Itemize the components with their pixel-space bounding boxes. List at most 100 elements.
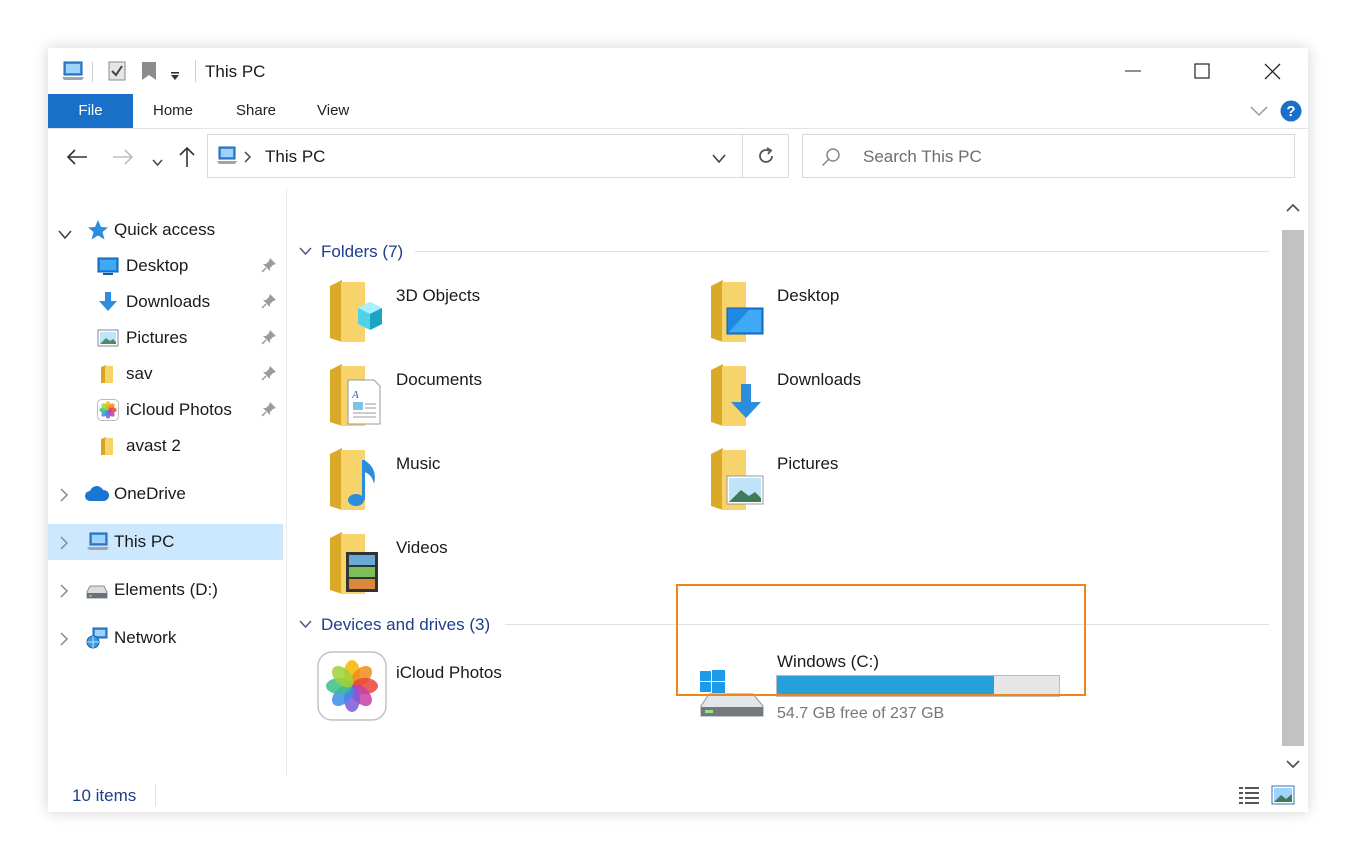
qat-divider-2 <box>195 60 196 82</box>
tab-home[interactable]: Home <box>153 94 193 128</box>
qat-divider <box>92 62 93 82</box>
up-button[interactable] <box>178 146 196 173</box>
folder-icon <box>100 436 114 461</box>
chevron-down-icon <box>299 620 312 629</box>
address-divider <box>742 135 743 177</box>
pin-icon[interactable] <box>261 365 277 386</box>
star-icon <box>87 219 109 246</box>
expand-ribbon-icon[interactable] <box>1250 104 1268 122</box>
search-box[interactable]: Search This PC <box>802 134 1295 178</box>
pin-icon[interactable] <box>261 329 277 350</box>
sidebar-item-desktop[interactable]: Desktop <box>48 248 283 284</box>
this-pc-icon[interactable] <box>60 60 86 87</box>
folder-tile-pictures[interactable]: Pictures <box>709 446 1029 516</box>
this-pc-icon <box>86 532 110 557</box>
breadcrumb-chevron-icon[interactable] <box>244 150 252 168</box>
device-tile-icloud-photos[interactable]: iCloud Photos <box>317 651 637 723</box>
new-folder-icon[interactable] <box>141 61 157 86</box>
tab-share[interactable]: Share <box>236 94 276 128</box>
sidebar-item-label: Quick access <box>114 220 216 239</box>
sidebar-item-icloud-photos[interactable]: iCloud Photos <box>48 392 283 428</box>
sidebar-item-label: sav <box>126 364 153 383</box>
address-dropdown-icon[interactable] <box>712 151 726 169</box>
recent-locations-button[interactable] <box>152 154 163 172</box>
chevron-right-icon[interactable] <box>60 631 69 651</box>
downloads-folder-icon <box>711 364 761 426</box>
tab-file[interactable]: File <box>48 94 133 128</box>
sidebar-item-elements[interactable]: Elements (D:) <box>48 572 283 608</box>
folder-tile-desktop[interactable]: Desktop <box>709 278 1029 348</box>
chevron-right-icon[interactable] <box>60 583 69 603</box>
sidebar-item-quick-access[interactable]: Quick access <box>48 212 283 248</box>
sidebar-item-label: Downloads <box>126 292 211 311</box>
folder-tile-3d-objects[interactable]: 3D Objects <box>328 278 648 348</box>
sidebar-item-this-pc[interactable]: This PC <box>48 524 283 560</box>
sidebar-item-sav[interactable]: sav <box>48 356 283 392</box>
tab-view[interactable]: View <box>317 94 349 128</box>
drive-free-space: 54.7 GB free of 237 GB <box>777 705 945 722</box>
title-bar: This PC <box>48 48 1308 94</box>
onedrive-icon <box>84 486 110 507</box>
scroll-up-arrow-icon[interactable] <box>1286 200 1300 218</box>
forward-button[interactable] <box>112 148 134 171</box>
status-bar: 10 items <box>48 782 1308 812</box>
maximize-icon <box>1194 63 1210 79</box>
pictures-icon <box>97 329 119 352</box>
sidebar-item-pictures[interactable]: Pictures <box>48 320 283 356</box>
maximize-button[interactable] <box>1167 48 1237 94</box>
svg-text:A: A <box>351 389 359 401</box>
folders-header[interactable]: Folders (7) <box>321 242 403 262</box>
details-view-icon[interactable] <box>1238 785 1260 810</box>
help-icon[interactable]: ? <box>1280 100 1302 127</box>
pin-icon[interactable] <box>261 257 277 278</box>
search-input[interactable]: Search This PC <box>863 147 982 167</box>
sidebar-item-label: Elements (D:) <box>114 580 218 599</box>
folder-tile-music[interactable]: Music <box>328 446 648 516</box>
chevron-right-icon[interactable] <box>60 535 69 555</box>
address-bar[interactable]: This PC <box>207 134 789 178</box>
devices-header[interactable]: Devices and drives (3) <box>321 615 490 635</box>
close-button[interactable] <box>1237 48 1307 94</box>
scroll-down-arrow-icon[interactable] <box>1286 756 1300 774</box>
large-icons-view-icon[interactable] <box>1271 785 1295 810</box>
breadcrumb-this-pc[interactable]: This PC <box>265 147 325 167</box>
refresh-icon[interactable] <box>756 146 776 171</box>
vertical-scrollbar[interactable] <box>1280 188 1306 782</box>
network-icon <box>86 627 110 654</box>
back-button[interactable] <box>66 148 88 171</box>
pin-icon[interactable] <box>261 401 277 422</box>
sidebar-item-label: OneDrive <box>114 484 186 503</box>
downloads-icon <box>98 291 118 318</box>
this-pc-icon <box>216 146 238 171</box>
sidebar-item-label: Pictures <box>126 328 188 347</box>
chevron-right-icon[interactable] <box>60 487 69 507</box>
folder-tile-videos[interactable]: Videos <box>328 530 648 600</box>
chevron-down-icon[interactable] <box>58 225 72 245</box>
pin-icon[interactable] <box>261 293 277 314</box>
videos-folder-icon <box>330 532 378 594</box>
folders-section-toggle[interactable] <box>299 243 312 261</box>
devices-section-toggle[interactable] <box>299 616 312 634</box>
properties-icon[interactable] <box>108 61 126 86</box>
desktop-icon <box>97 257 119 280</box>
pictures-folder-icon <box>711 448 764 510</box>
customize-qat-icon[interactable] <box>170 68 180 86</box>
folder-label: Downloads <box>777 370 862 389</box>
sidebar-item-network[interactable]: Network <box>48 620 283 656</box>
documents-folder-icon: A <box>330 364 381 426</box>
folder-tile-downloads[interactable]: Downloads <box>709 362 1029 432</box>
folder-tile-documents[interactable]: A Documents <box>328 362 648 432</box>
sidebar-item-downloads[interactable]: Downloads <box>48 284 283 320</box>
content-pane: Folders (7) 3D Objects Desktop A Documen… <box>287 188 1279 782</box>
chevron-down-icon <box>299 247 312 256</box>
sidebar-item-label: This PC <box>114 532 175 551</box>
sidebar-item-onedrive[interactable]: OneDrive <box>48 476 283 512</box>
minimize-button[interactable] <box>1098 48 1168 94</box>
sidebar-item-label: iCloud Photos <box>126 400 232 419</box>
device-label: iCloud Photos <box>396 663 502 682</box>
folder-label: Documents <box>396 370 482 389</box>
section-divider <box>415 251 1269 252</box>
folder-label: Music <box>396 454 441 473</box>
sidebar-item-avast-2[interactable]: avast 2 <box>48 428 283 464</box>
scroll-thumb[interactable] <box>1282 230 1304 746</box>
